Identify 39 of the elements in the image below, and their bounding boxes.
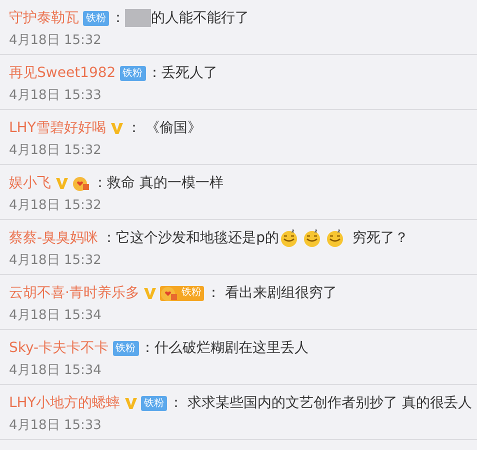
comment-text: ： 看出来剧组很穷了 bbox=[206, 284, 337, 302]
comment-text: 的人能不能行了 bbox=[151, 9, 249, 27]
comment-text: ：它这个沙发和地毯还是p的 bbox=[102, 229, 279, 247]
fan-badge: 铁粉 bbox=[140, 396, 167, 410]
comment-text: ： bbox=[111, 9, 125, 27]
comment-text: ： 求求某些国内的文艺创作者别抄了 真的很丢人 bbox=[168, 394, 472, 412]
timestamp: 4月18日 15:33 bbox=[9, 88, 102, 103]
user-name[interactable]: 云胡不喜·青时养乐多 bbox=[9, 284, 140, 302]
fan-badge: 铁粉 bbox=[112, 340, 139, 356]
timestamp: 4月18日 15:32 bbox=[9, 143, 102, 158]
timestamp: 4月18日 15:32 bbox=[9, 198, 102, 213]
user-name[interactable]: 再见Sweet1982 bbox=[9, 64, 116, 82]
timestamp: 4月18日 15:32 bbox=[9, 33, 102, 48]
timestamp: 4月18日 15:34 bbox=[9, 363, 102, 378]
verified-icon bbox=[55, 176, 69, 190]
fan-badge: 铁粉 bbox=[120, 66, 146, 80]
verified-icon bbox=[143, 286, 158, 300]
user-name[interactable]: 守护泰勒瓦 bbox=[9, 9, 79, 27]
user-name[interactable]: 娱小飞 bbox=[9, 174, 51, 192]
fan-badge: 铁粉 bbox=[83, 10, 109, 26]
verified-icon bbox=[110, 122, 124, 134]
comment-text: 穷死了？ bbox=[351, 229, 408, 247]
comment-text: ：救命 真的一模一样 bbox=[93, 174, 224, 192]
comment-text: ：丢死人了 bbox=[148, 64, 218, 82]
user-name[interactable]: Sky-卡夫卡不卡 bbox=[9, 339, 109, 357]
comment-text: ：什么破烂糊剧在这里丢人 bbox=[140, 339, 309, 357]
fan-badge: 铁粉 bbox=[160, 286, 204, 300]
timestamp: 4月18日 15:32 bbox=[9, 253, 102, 268]
comment-text: ： 《偷国》 bbox=[126, 119, 202, 137]
timestamp: 4月18日 15:34 bbox=[9, 308, 102, 323]
user-name[interactable]: 蔡蔡-臭臭妈咪 bbox=[9, 229, 98, 247]
user-name[interactable]: LHY小地方的蟋蟀 bbox=[9, 394, 120, 412]
emoji-icon bbox=[324, 228, 345, 248]
timestamp: 4月18日 15:33 bbox=[9, 418, 102, 433]
user-name[interactable]: LHY雪碧好好喝 bbox=[9, 119, 106, 137]
emoji-icon bbox=[302, 228, 322, 248]
emoji-icon bbox=[278, 228, 299, 248]
verified-icon bbox=[124, 396, 138, 410]
blur-patch bbox=[125, 9, 151, 27]
